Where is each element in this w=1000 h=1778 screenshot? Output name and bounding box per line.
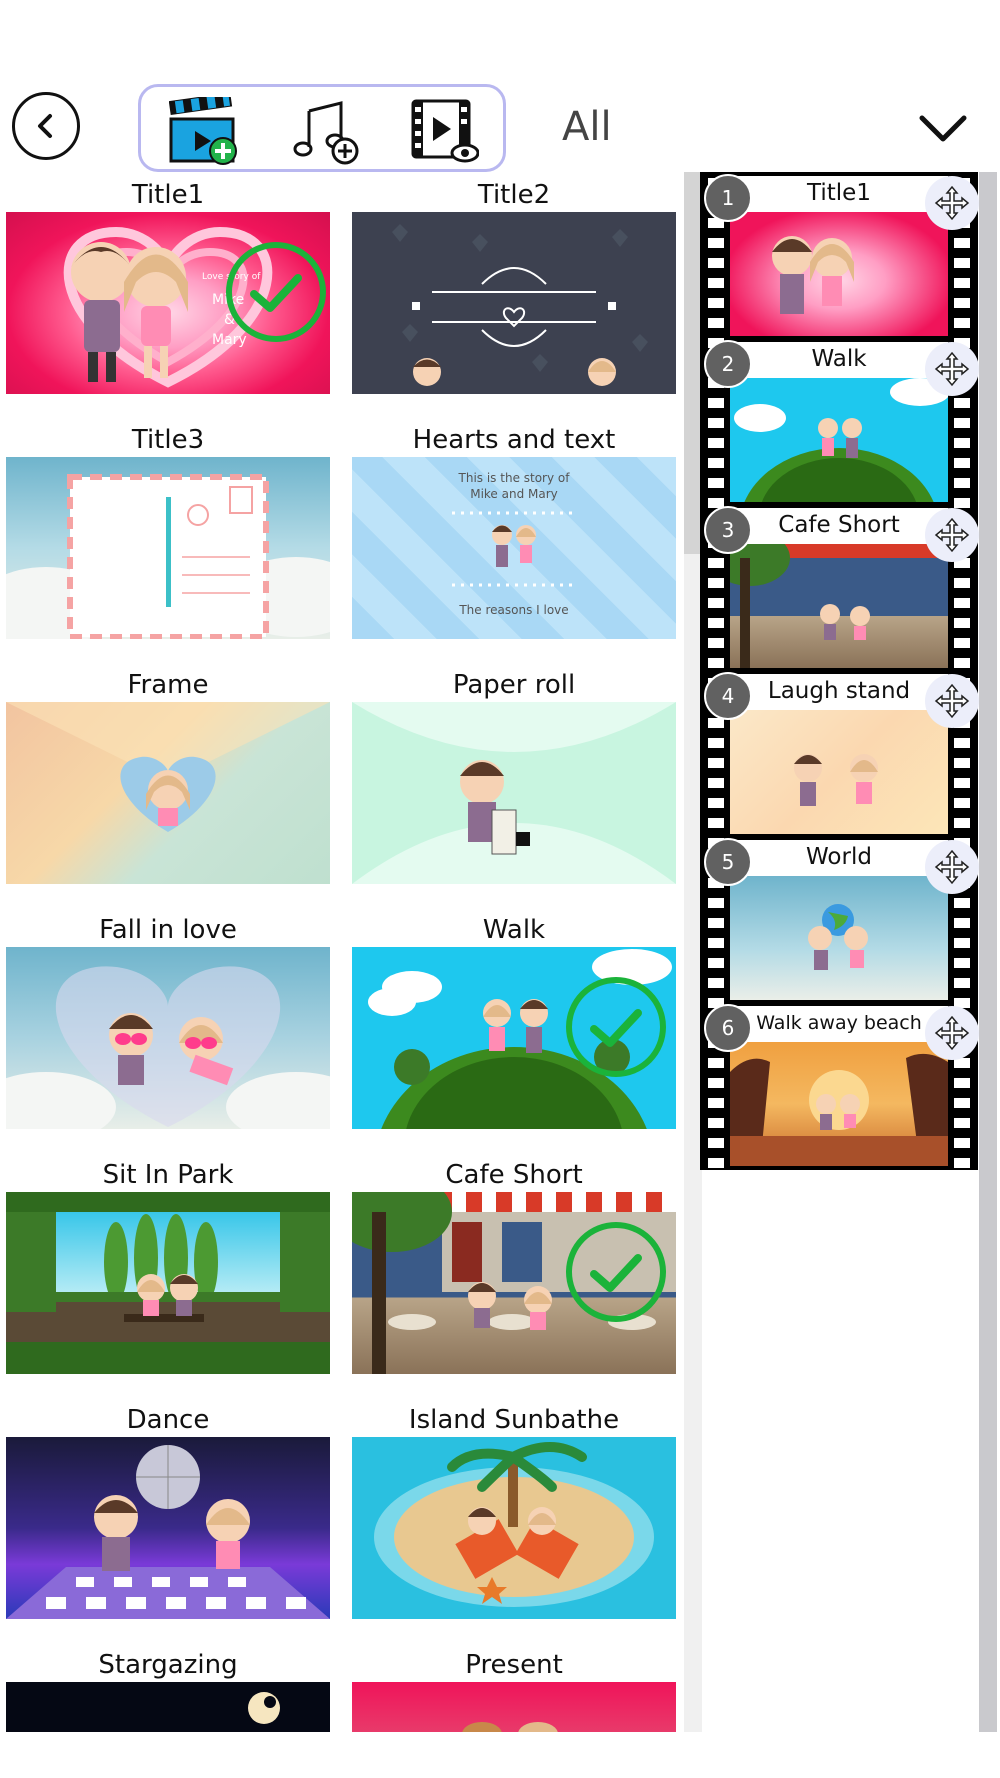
timeline-item-title: World xyxy=(806,844,872,870)
timeline-number-badge: 6 xyxy=(704,1004,752,1052)
heart-frame-illustration xyxy=(6,702,330,832)
scene-title: Fall in love xyxy=(99,915,237,945)
timeline-item-title: Title1 xyxy=(807,180,871,206)
timeline-item[interactable]: Walk xyxy=(730,342,948,502)
move-arrows-icon xyxy=(934,1015,970,1051)
scene-title: Title2 xyxy=(477,180,551,210)
island-illustration xyxy=(374,1442,654,1607)
timeline-number-badge: 4 xyxy=(704,672,752,720)
timeline-item-title: Cafe Short xyxy=(778,512,900,538)
timeline-number-badge: 3 xyxy=(704,506,752,554)
move-arrows-icon xyxy=(934,683,970,719)
scene-thumbnail xyxy=(6,457,330,639)
scene-title: Title3 xyxy=(131,425,205,455)
tool-group xyxy=(138,84,506,172)
scene-thumbnail xyxy=(6,1192,330,1374)
chevron-down-icon xyxy=(919,115,967,142)
filter-label[interactable]: All xyxy=(562,104,612,150)
scene-title: Sit In Park xyxy=(102,1160,234,1190)
couple-illustration xyxy=(6,966,330,1129)
timeline-move-handle[interactable] xyxy=(925,508,979,562)
scene-thumbnail xyxy=(6,947,330,1129)
timeline-thumbnail xyxy=(730,1042,948,1166)
scene-thumbnail xyxy=(352,1682,676,1732)
timeline-item[interactable]: Title1 xyxy=(730,176,948,336)
scene-thumbnail: This is the story of Mike and Mary The r… xyxy=(352,457,676,639)
night-sky-illustration xyxy=(248,1692,280,1724)
scene-title: Paper roll xyxy=(452,670,576,700)
timeline-thumbnail xyxy=(730,212,948,336)
scene-title: Frame xyxy=(127,670,209,700)
scene-thumbnail xyxy=(6,1437,330,1619)
timeline-item-title: Walk xyxy=(811,346,867,372)
dance-illustration xyxy=(6,1445,330,1619)
scene-thumbnail xyxy=(352,1192,676,1374)
scene-title: Hearts and text xyxy=(412,425,616,455)
park-illustration xyxy=(6,1192,330,1374)
selected-check-icon xyxy=(566,1222,666,1322)
ornament-illustration xyxy=(392,224,648,386)
scene-title: Title1 xyxy=(131,180,205,210)
timeline-number-badge: 2 xyxy=(704,340,752,388)
timeline-item-title: Walk away beach xyxy=(756,1012,922,1034)
timeline-thumbnail xyxy=(730,710,948,834)
timeline-move-handle[interactable] xyxy=(925,342,979,396)
move-arrows-icon xyxy=(934,351,970,387)
add-music-button[interactable] xyxy=(291,97,361,165)
timeline-move-handle[interactable] xyxy=(925,176,979,230)
timeline-move-handle[interactable] xyxy=(925,674,979,728)
add-video-button[interactable] xyxy=(168,92,239,165)
filter-dropdown-button[interactable] xyxy=(918,112,968,146)
timeline-number-badge: 5 xyxy=(704,838,752,886)
scene-thumbnail xyxy=(352,702,676,884)
selected-check-icon xyxy=(226,242,326,342)
scene-thumbnail xyxy=(6,702,330,884)
timeline-item-title: Laugh stand xyxy=(767,678,911,704)
clapperboard-plus-icon xyxy=(168,92,237,165)
timeline-move-handle[interactable] xyxy=(925,840,979,894)
timeline-item[interactable]: Laugh stand xyxy=(730,674,948,834)
preview-button[interactable] xyxy=(409,97,480,165)
paper-roll-illustration xyxy=(352,702,676,884)
scene-title: Island Sunbathe xyxy=(408,1405,620,1435)
postcard-illustration xyxy=(6,474,330,639)
back-button[interactable] xyxy=(12,92,80,160)
scene-thumbnail xyxy=(352,212,676,394)
timeline-thumbnail xyxy=(730,544,948,668)
scene-thumbnail: Love story of Mike & Mary xyxy=(6,212,330,394)
timeline-thumbnail xyxy=(730,378,948,502)
scene-title: Present xyxy=(465,1650,563,1680)
move-arrows-icon xyxy=(934,517,970,553)
scene-title: Cafe Short xyxy=(445,1160,583,1190)
scene-thumbnail xyxy=(352,947,676,1129)
timeline-scrollbar[interactable] xyxy=(979,172,997,1732)
thumb-text: The reasons I love xyxy=(459,603,569,617)
timeline-thumbnail xyxy=(730,876,948,1000)
music-note-plus-icon xyxy=(293,101,359,165)
move-arrows-icon xyxy=(934,185,970,221)
scene-thumbnail xyxy=(352,1437,676,1619)
timeline-move-handle[interactable] xyxy=(925,1006,979,1060)
timeline-number-badge: 1 xyxy=(704,174,752,222)
move-arrows-icon xyxy=(934,849,970,885)
scene-title: Stargazing xyxy=(98,1650,238,1680)
selected-check-icon xyxy=(566,977,666,1077)
timeline-item[interactable]: Walk away beach xyxy=(730,1006,948,1166)
film-eye-icon xyxy=(411,99,480,163)
chevron-left-icon xyxy=(38,114,52,138)
timeline-item[interactable]: Cafe Short xyxy=(730,508,948,668)
present-illustration xyxy=(462,1722,558,1732)
scene-thumbnail xyxy=(6,1682,330,1732)
timeline-item[interactable]: World xyxy=(730,840,948,1000)
scene-title: Walk xyxy=(482,915,546,945)
scene-title: Dance xyxy=(126,1405,210,1435)
